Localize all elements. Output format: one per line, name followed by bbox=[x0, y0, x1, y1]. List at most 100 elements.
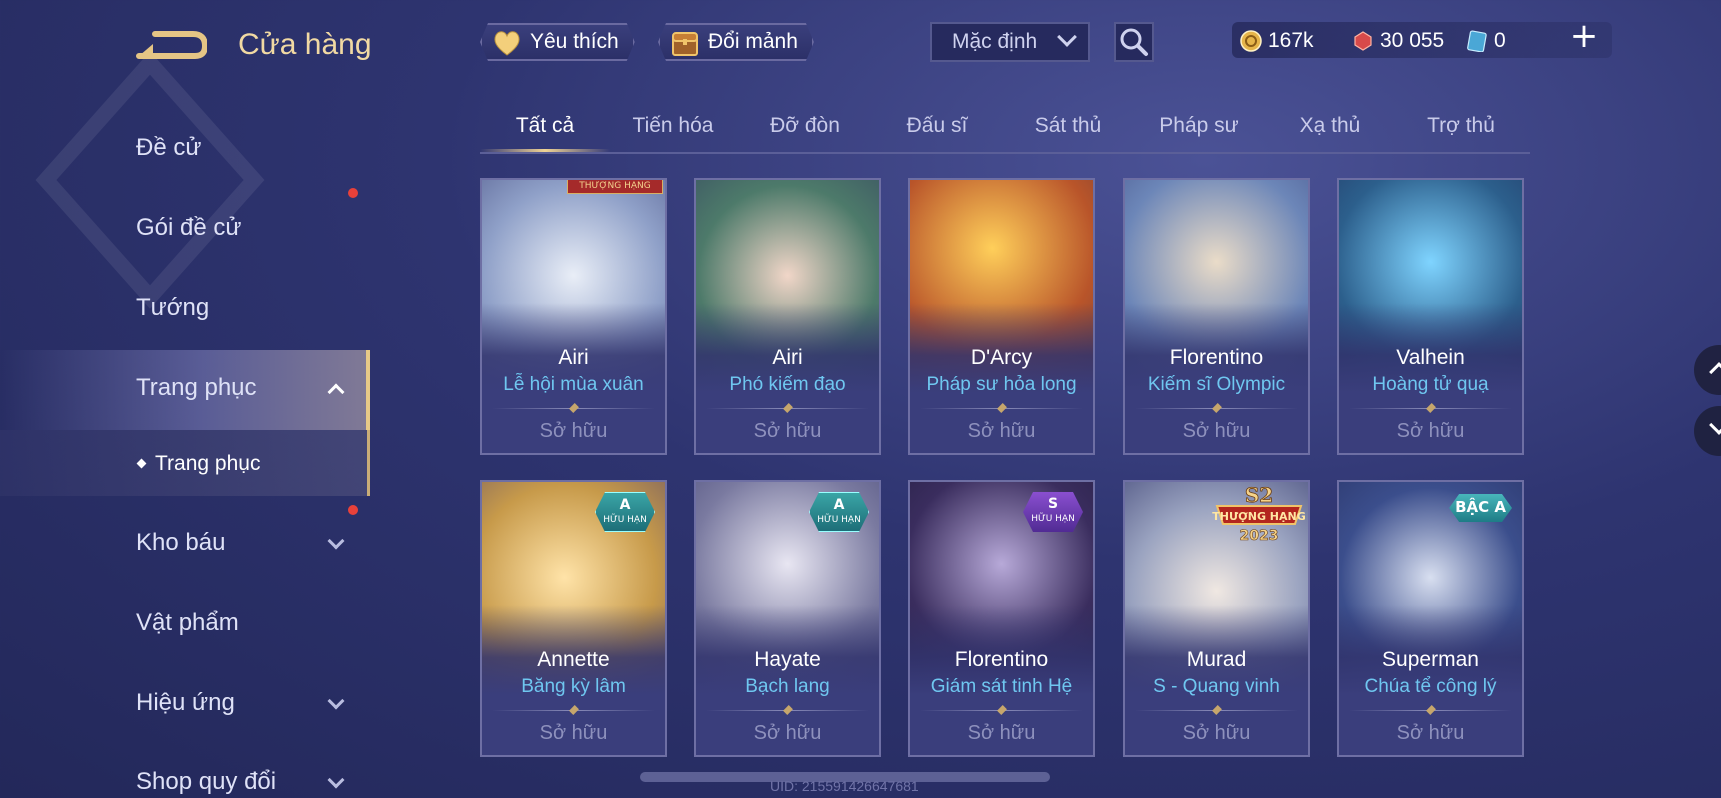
chevron-down-icon bbox=[327, 771, 345, 789]
skin-card[interactable]: S HỮU HẠN Florentino Giám sát tinh Hệ Sở… bbox=[908, 480, 1095, 757]
svg-text:S2: S2 bbox=[1245, 484, 1273, 507]
skin-card[interactable]: D'Arcy Pháp sư hỏa long Sở hữu bbox=[908, 178, 1095, 455]
tab-fighter[interactable]: Đấu sĩ bbox=[872, 114, 1002, 138]
page-title: Cửa hàng bbox=[238, 28, 372, 61]
heart-icon bbox=[492, 29, 522, 57]
hero-name: Superman bbox=[1382, 648, 1479, 671]
skin-name: S - Quang vinh bbox=[1153, 676, 1280, 697]
sort-dropdown[interactable]: Mặc định bbox=[930, 22, 1090, 62]
owned-status: Sở hữu bbox=[753, 420, 822, 442]
skin-name: Bạch lang bbox=[745, 676, 830, 697]
skin-card[interactable]: A HỮU HẠN Hayate Bạch lang Sở hữu bbox=[694, 480, 881, 757]
tab-tank[interactable]: Đỡ đòn bbox=[740, 114, 870, 138]
sidebar-item-skins[interactable]: Trang phục bbox=[0, 350, 370, 430]
hero-name: Florentino bbox=[954, 648, 1049, 671]
hero-name: D'Arcy bbox=[970, 346, 1033, 369]
svg-text:2023: 2023 bbox=[1240, 528, 1279, 544]
notification-dot bbox=[348, 505, 358, 515]
voucher-balance: 30 055 bbox=[1352, 26, 1462, 56]
card-ticket-icon bbox=[1467, 30, 1487, 52]
owned-status: Sở hữu bbox=[1396, 420, 1465, 442]
divider bbox=[492, 710, 655, 711]
chevron-up-icon bbox=[327, 383, 345, 401]
gold-coin-icon bbox=[1240, 30, 1262, 52]
sidebar-item-items[interactable]: Vật phẩm bbox=[0, 585, 370, 665]
divider bbox=[706, 408, 869, 409]
chevron-down-icon bbox=[327, 532, 345, 550]
skin-card[interactable]: Valhein Hoàng tử quạ Sở hữu bbox=[1337, 178, 1524, 455]
svg-text:THƯỢNG HẠNG: THƯỢNG HẠNG bbox=[1212, 510, 1306, 523]
skin-card[interactable]: S2 THƯỢNG HẠNG 2023 Murad S - Quang vinh… bbox=[1123, 480, 1310, 757]
tab-all[interactable]: Tất cả bbox=[480, 114, 610, 152]
divider bbox=[920, 710, 1083, 711]
sort-value: Mặc định bbox=[952, 30, 1038, 53]
skin-name: Phó kiếm đạo bbox=[729, 374, 846, 395]
limited-badge: S HỮU HẠN bbox=[1023, 492, 1083, 532]
category-tabs: Tất cả Tiến hóa Đỡ đòn Đấu sĩ Sát thủ Ph… bbox=[480, 108, 1530, 154]
hero-name: Hayate bbox=[754, 648, 821, 671]
hero-name: Annette bbox=[537, 648, 610, 671]
divider bbox=[1349, 710, 1512, 711]
notification-dot bbox=[348, 188, 358, 198]
sidebar: Đề cử Gói đề cử Tướng Trang phục Trang p… bbox=[0, 100, 370, 798]
owned-status: Sở hữu bbox=[967, 420, 1036, 442]
scroll-down-button[interactable] bbox=[1694, 406, 1721, 456]
sidebar-item-label: Trang phục bbox=[136, 374, 257, 401]
owned-status: Sở hữu bbox=[1182, 722, 1251, 744]
tier-badge: BẬC A bbox=[1449, 494, 1512, 522]
skin-name: Giám sát tinh Hệ bbox=[930, 676, 1073, 697]
sidebar-item-label: Vật phẩm bbox=[136, 609, 239, 636]
sidebar-item-heroes[interactable]: Tướng bbox=[0, 270, 370, 350]
tab-support[interactable]: Trợ thủ bbox=[1396, 114, 1526, 138]
skin-name: Chúa tể công lý bbox=[1364, 676, 1497, 697]
owned-status: Sở hữu bbox=[539, 420, 608, 442]
sidebar-item-recommended[interactable]: Đề cử bbox=[0, 110, 370, 190]
sidebar-item-recommended-packs[interactable]: Gói đề cử bbox=[0, 188, 370, 270]
owned-status: Sở hữu bbox=[539, 722, 608, 744]
exchange-fragments-button[interactable]: Đổi mảnh bbox=[658, 23, 814, 61]
chevron-down-icon bbox=[327, 692, 345, 710]
sidebar-item-label: Tướng bbox=[136, 294, 210, 321]
add-currency-button[interactable]: + bbox=[1567, 19, 1601, 54]
hero-name: Airi bbox=[558, 346, 589, 369]
skin-card[interactable]: THƯỢNG HẠNG Airi Lễ hội mùa xuân Sở hữu bbox=[480, 178, 667, 455]
hero-name: Florentino bbox=[1169, 346, 1264, 369]
owned-status: Sở hữu bbox=[1182, 420, 1251, 442]
divider bbox=[1349, 408, 1512, 409]
tab-mage[interactable]: Pháp sư bbox=[1134, 114, 1264, 138]
divider bbox=[920, 408, 1083, 409]
limited-badge: A HỮU HẠN bbox=[595, 492, 655, 532]
sidebar-item-label: Shop quy đổi bbox=[136, 768, 277, 795]
chest-icon bbox=[670, 29, 700, 57]
tab-marksman[interactable]: Xạ thủ bbox=[1265, 114, 1395, 138]
skin-card[interactable]: Airi Phó kiếm đạo Sở hữu bbox=[694, 178, 881, 455]
divider bbox=[1135, 408, 1298, 409]
back-icon[interactable] bbox=[135, 26, 207, 66]
sidebar-item-label: Đề cử bbox=[136, 134, 202, 161]
tab-assassin[interactable]: Sát thủ bbox=[1003, 114, 1133, 138]
skin-card[interactable]: BẬC A Superman Chúa tể công lý Sở hữu bbox=[1337, 480, 1524, 757]
skin-card[interactable]: A HỮU HẠN Annette Băng kỳ lâm Sở hữu bbox=[480, 480, 667, 757]
diamond-bullet-icon bbox=[136, 458, 147, 469]
skin-name: Pháp sư hỏa long bbox=[926, 374, 1077, 395]
sidebar-item-exchange-shop[interactable]: Shop quy đổi bbox=[0, 744, 370, 798]
voucher-gem-icon bbox=[1354, 31, 1372, 51]
skin-card[interactable]: Florentino Kiếm sĩ Olympic Sở hữu bbox=[1123, 178, 1310, 455]
sidebar-item-label: Hiệu ứng bbox=[136, 689, 235, 716]
skin-name: Băng kỳ lâm bbox=[521, 676, 626, 697]
rank-strip: THƯỢNG HẠNG bbox=[567, 180, 663, 194]
owned-status: Sở hữu bbox=[967, 722, 1036, 744]
sidebar-item-effects[interactable]: Hiệu ứng bbox=[0, 665, 370, 745]
owned-status: Sở hữu bbox=[753, 722, 822, 744]
skin-name: Lễ hội mùa xuân bbox=[503, 374, 644, 395]
owned-status: Sở hữu bbox=[1396, 722, 1465, 744]
sidebar-item-label: Gói đề cử bbox=[136, 214, 242, 241]
search-button[interactable] bbox=[1114, 22, 1154, 62]
favorites-button[interactable]: Yêu thích bbox=[480, 23, 635, 61]
chevron-up-icon bbox=[1709, 362, 1721, 382]
gold-balance: 167k bbox=[1240, 26, 1340, 56]
tab-evolution[interactable]: Tiến hóa bbox=[608, 114, 738, 138]
sidebar-subitem-skins[interactable]: Trang phục bbox=[0, 430, 370, 496]
sidebar-item-treasure[interactable]: Kho báu bbox=[0, 505, 370, 585]
scroll-up-button[interactable] bbox=[1694, 345, 1721, 395]
